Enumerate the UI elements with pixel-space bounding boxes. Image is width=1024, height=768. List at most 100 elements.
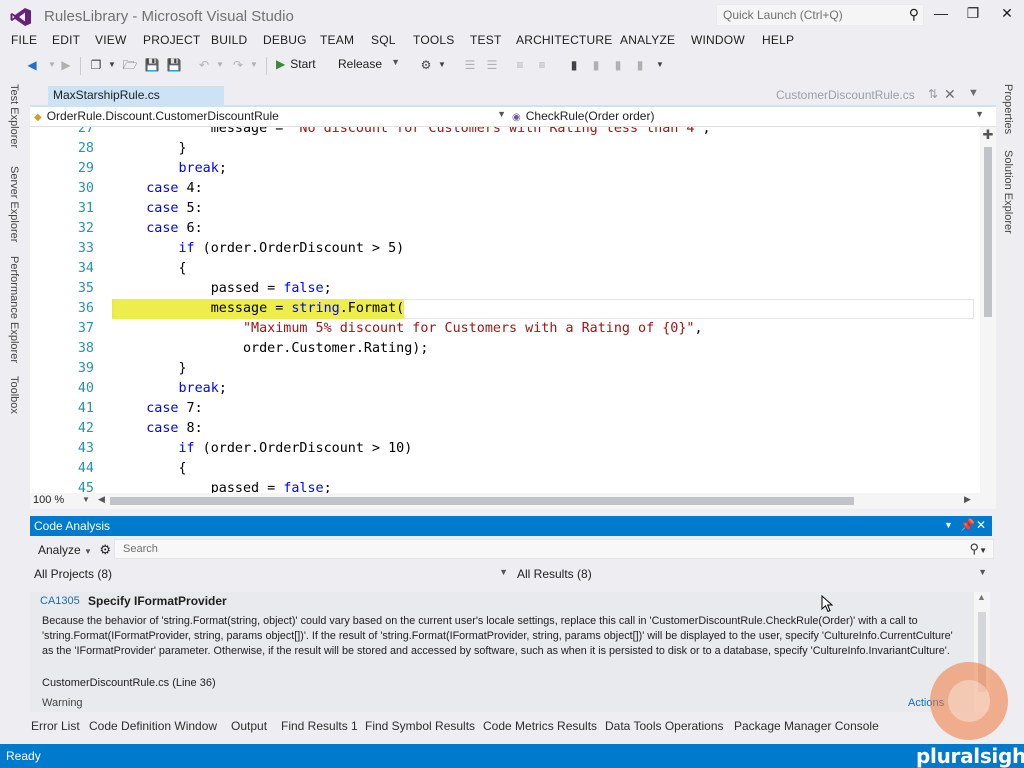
- menu-architecture[interactable]: ARCHITECTURE: [516, 33, 612, 47]
- code-line[interactable]: 39 }: [30, 359, 980, 379]
- settings-gear-icon[interactable]: ⚙: [99, 542, 111, 557]
- window-position-icon[interactable]: ▼: [944, 520, 953, 530]
- code-line[interactable]: 44 {: [30, 459, 980, 479]
- code-line[interactable]: 35 passed = false;: [30, 279, 980, 299]
- open-file-icon[interactable]: 🗁: [122, 57, 138, 73]
- code-line[interactable]: 38 order.Customer.Rating);: [30, 339, 980, 359]
- menu-edit[interactable]: EDIT: [52, 33, 80, 47]
- results-filter-dropdown[interactable]: All Results (8) ▼: [517, 567, 989, 583]
- document-tab-customer-discount-rule[interactable]: CustomerDiscountRule.cs ⇅ ✕ ▼: [770, 86, 994, 105]
- code-editor[interactable]: 27 message = "No discount for Customers …: [30, 127, 996, 493]
- tool-tab-performance-explorer[interactable]: Performance Explorer: [8, 256, 20, 363]
- code-line[interactable]: 34 {: [30, 259, 980, 279]
- tool-tab-server-explorer[interactable]: Server Explorer: [8, 166, 20, 242]
- undo-dropdown-icon[interactable]: ▼: [212, 57, 228, 73]
- previous-bookmark-icon[interactable]: ▮: [588, 57, 604, 73]
- scrollbar-thumb[interactable]: [984, 147, 992, 317]
- scroll-up-icon[interactable]: ▲: [977, 592, 986, 602]
- document-tab-max-starship-rule[interactable]: MaxStarshipRule.cs: [48, 86, 224, 105]
- scroll-right-icon[interactable]: ▶: [964, 494, 971, 505]
- new-project-dropdown-icon[interactable]: ▼: [104, 57, 120, 73]
- toolbar-options-icon[interactable]: ▼: [652, 57, 668, 73]
- attach-dropdown-icon[interactable]: ▼: [434, 57, 450, 73]
- menu-test[interactable]: TEST: [470, 33, 501, 47]
- code-line[interactable]: 37 "Maximum 5% discount for Customers wi…: [30, 319, 980, 339]
- code-line[interactable]: 33 if (order.OrderDiscount > 5): [30, 239, 980, 259]
- outdent-icon[interactable]: ☰: [462, 57, 478, 73]
- back-icon[interactable]: ◀: [24, 57, 40, 73]
- code-line[interactable]: 27 message = "No discount for Customers …: [30, 127, 980, 139]
- menu-help[interactable]: HELP: [762, 33, 794, 47]
- menu-tools[interactable]: TOOLS: [413, 33, 454, 47]
- menu-window[interactable]: WINDOW: [691, 33, 745, 47]
- minimize-button[interactable]: —: [926, 5, 956, 25]
- save-icon[interactable]: 💾: [144, 57, 160, 73]
- maximize-button[interactable]: ❐: [958, 5, 988, 25]
- bookmark-icon[interactable]: ▮: [566, 57, 582, 73]
- tab-code-metrics-results[interactable]: Code Metrics Results: [483, 719, 597, 733]
- search-icon[interactable]: ⚲▼: [970, 541, 987, 557]
- chevron-down-icon[interactable]: ▼: [968, 87, 979, 99]
- split-window-icon[interactable]: ✚: [980, 127, 996, 142]
- menu-team[interactable]: TEAM: [320, 33, 354, 47]
- menu-debug[interactable]: DEBUG: [263, 33, 307, 47]
- code-line[interactable]: 42 case 8:: [30, 419, 980, 439]
- result-location-link[interactable]: CustomerDiscountRule.cs (Line 36): [42, 677, 216, 689]
- code-analysis-search-input[interactable]: Search ⚲▼: [114, 539, 994, 559]
- tab-error-list[interactable]: Error List: [31, 719, 80, 733]
- save-all-icon[interactable]: 💾: [166, 57, 182, 73]
- tool-tab-test-explorer[interactable]: Test Explorer: [8, 84, 20, 148]
- pin-icon[interactable]: 📌: [960, 518, 975, 532]
- editor-vertical-scrollbar[interactable]: [980, 127, 996, 493]
- menu-project[interactable]: PROJECT: [143, 33, 200, 47]
- code-line[interactable]: 41 case 7:: [30, 399, 980, 419]
- code-line[interactable]: 31 case 5:: [30, 199, 980, 219]
- close-icon[interactable]: ✕: [976, 518, 986, 532]
- tab-find-results-1[interactable]: Find Results 1: [281, 719, 358, 733]
- menu-view[interactable]: VIEW: [95, 33, 126, 47]
- scroll-left-icon[interactable]: ◀: [98, 494, 105, 505]
- close-window-button[interactable]: ✕: [992, 5, 1022, 25]
- menu-sql[interactable]: SQL: [371, 33, 396, 47]
- member-dropdown[interactable]: ◉ CheckRule(Order order) ▼: [512, 109, 986, 125]
- type-dropdown[interactable]: ◆ OrderRule.Discount.CustomerDiscountRule…: [34, 109, 508, 125]
- editor-horizontal-scrollbar[interactable]: 100 % ▼ ◀ ▶: [30, 493, 996, 509]
- pin-icon[interactable]: ⇅: [928, 87, 938, 101]
- chevron-down-icon[interactable]: ▼: [82, 495, 90, 504]
- solution-configuration-dropdown[interactable]: Release ▼: [338, 57, 402, 75]
- menu-build[interactable]: BUILD: [211, 33, 247, 47]
- forward-icon[interactable]: ▶: [58, 57, 74, 73]
- tab-data-tools-operations[interactable]: Data Tools Operations: [605, 719, 724, 733]
- zoom-level-dropdown[interactable]: 100 %: [33, 494, 64, 506]
- menu-file[interactable]: FILE: [11, 33, 37, 47]
- tab-package-manager-console[interactable]: Package Manager Console: [734, 719, 879, 733]
- next-bookmark-icon[interactable]: ▮: [610, 57, 626, 73]
- tab-output[interactable]: Output: [231, 719, 267, 733]
- tool-tab-solution-explorer[interactable]: Solution Explorer: [1002, 150, 1014, 234]
- code-line[interactable]: 45 passed = false;: [30, 479, 980, 493]
- code-line[interactable]: 29 break;: [30, 159, 980, 179]
- code-line[interactable]: 43 if (order.OrderDiscount > 10): [30, 439, 980, 459]
- scrollbar-thumb[interactable]: [110, 497, 854, 505]
- tab-find-symbol-results[interactable]: Find Symbol Results: [365, 719, 475, 733]
- start-debugging-button[interactable]: ▶ Start: [276, 57, 316, 75]
- clear-bookmarks-icon[interactable]: ▮: [632, 57, 648, 73]
- redo-icon[interactable]: ↷: [230, 57, 246, 73]
- close-icon[interactable]: ✕: [944, 86, 956, 103]
- indent-icon[interactable]: ☰: [484, 57, 500, 73]
- code-line[interactable]: 30 case 4:: [30, 179, 980, 199]
- analyze-dropdown[interactable]: Analyze ▼ ⚙: [38, 542, 111, 558]
- attach-icon[interactable]: ⚙: [418, 57, 434, 73]
- code-line[interactable]: 32 case 6:: [30, 219, 980, 239]
- tool-tab-toolbox[interactable]: Toolbox: [8, 376, 20, 414]
- tab-code-definition-window[interactable]: Code Definition Window: [89, 719, 217, 733]
- tool-tab-properties[interactable]: Properties: [1002, 84, 1014, 134]
- quick-launch-input[interactable]: Quick Launch (Ctrl+Q) ⚲: [716, 4, 924, 26]
- code-line[interactable]: 40 break;: [30, 379, 980, 399]
- rule-id-link[interactable]: CA1305: [40, 595, 80, 607]
- uncomment-icon[interactable]: ≡: [534, 57, 550, 73]
- code-line[interactable]: 28 }: [30, 139, 980, 159]
- new-project-icon[interactable]: ❐: [88, 57, 104, 73]
- comment-icon[interactable]: ≡: [512, 57, 528, 73]
- projects-filter-dropdown[interactable]: All Projects (8) ▼: [34, 567, 510, 583]
